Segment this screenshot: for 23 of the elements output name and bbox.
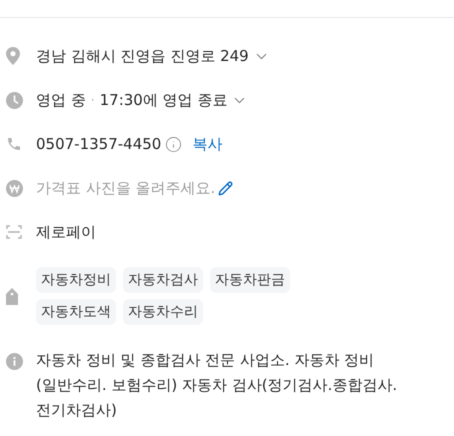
category-tag: 자동차검사 [123,267,203,293]
category-tag: 자동차수리 [123,299,203,325]
phone-number: 0507-1357-4450 [36,135,162,153]
map-pin-icon [6,47,20,65]
copy-link[interactable]: 복사 [192,134,222,154]
address-text: 경남 김해시 진영읍 진영로 249 [36,46,249,66]
category-tag: 자동차도색 [36,299,116,325]
price-prompt-text: 가격표 사진을 올려주세요. [36,178,216,198]
info-icon [6,353,23,370]
won-coin-icon [6,180,23,196]
category-tag: 자동차정비 [36,267,116,293]
tag-icon [6,288,18,304]
separator-dot: · [90,93,95,107]
open-status: 영업 중 [36,90,86,110]
payment-method: 제로페이 [36,222,96,242]
phone-icon [6,136,22,152]
closing-time: 17:30에 영업 종료 [100,90,228,110]
edit-pencil-icon[interactable] [218,180,234,196]
clock-icon [6,92,23,108]
category-tag: 자동차판금 [210,267,290,293]
description-text: 자동차 정비 및 종합검사 전문 사업소. 자동차 정비 (일반수리. 보험수리) 자동차 검사(정기검사.종합검사.전기차검사) [36,350,398,421]
scan-icon [6,225,22,239]
info-icon[interactable] [165,136,182,152]
